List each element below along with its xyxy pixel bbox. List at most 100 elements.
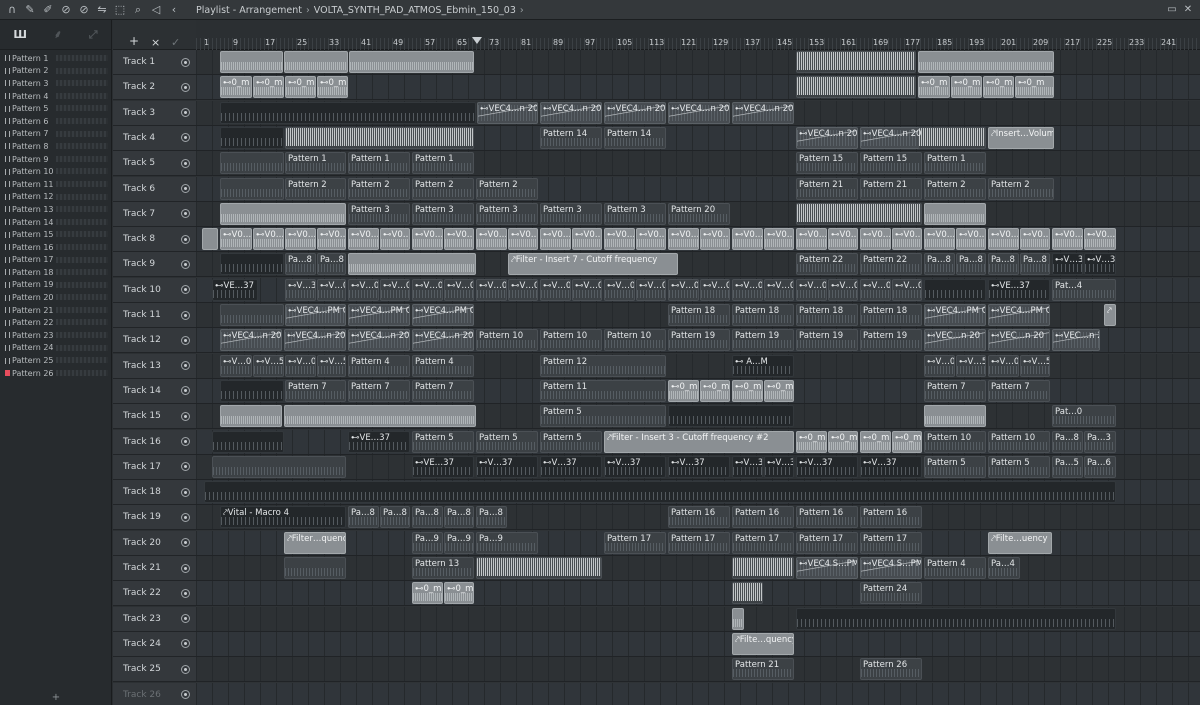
pattern-clip[interactable] (348, 253, 476, 276)
pattern-clip[interactable]: ⊷V…37 (796, 455, 858, 478)
pattern-clip[interactable]: ⊷V…05 (412, 278, 443, 301)
pattern-clip[interactable] (924, 278, 986, 301)
pattern-clip[interactable]: ⊷V…05 (796, 278, 827, 301)
track-lane[interactable]: ⊷V…05 ⊷V…5 ⊷V…05 ⊷V…5 Pattern 4 Pattern 4 Patt… (196, 353, 1200, 379)
pattern-clip[interactable] (220, 405, 282, 428)
pattern-clip[interactable] (220, 152, 284, 175)
track-enable-toggle[interactable] (181, 664, 190, 674)
pattern-list-item[interactable]: Pattern 20 (0, 291, 112, 304)
pattern-clip[interactable]: Pattern 2 (988, 177, 1054, 200)
pattern-clip[interactable]: Pa…5 (1052, 455, 1083, 478)
speaker-icon[interactable]: ◁ (148, 2, 164, 18)
track-enable-toggle[interactable] (181, 285, 190, 295)
pattern-clip[interactable]: ⊷0_m (828, 430, 858, 453)
pattern-clip[interactable]: ⊷V0…3 (988, 228, 1019, 251)
pattern-clip[interactable] (349, 51, 474, 73)
track-header[interactable]: Track 16 (113, 429, 196, 455)
pattern-clip[interactable]: ⊷VEC…n 20 (1052, 329, 1100, 352)
pattern-clip[interactable]: ⊷VEC4…n 20 (796, 126, 858, 149)
pattern-list-item[interactable]: Pattern 19 (0, 279, 112, 292)
pattern-clip[interactable]: ⊷0_m (253, 76, 284, 99)
pattern-list-item[interactable]: Pattern 11 (0, 178, 112, 191)
pattern-clip[interactable]: ⊷0_m (764, 379, 794, 402)
pattern-clip[interactable]: ⊷V0…3 (828, 228, 858, 251)
pattern-clip[interactable]: ⊷V…05 (860, 278, 891, 301)
pattern-clip[interactable]: Pattern 3 (604, 202, 666, 225)
pattern-clip[interactable]: ⊷V…37 (540, 455, 602, 478)
picker-tab-patterns[interactable]: Ш (13, 28, 27, 41)
pattern-clip[interactable]: Pattern 16 (796, 506, 858, 529)
pattern-clip[interactable]: Pa…8 (348, 506, 379, 529)
pattern-clip[interactable]: ⊷V…05 (317, 278, 346, 301)
pattern-clip[interactable]: Pattern 4 (412, 354, 474, 377)
track-header[interactable]: Track 23 (113, 606, 196, 632)
pattern-clip[interactable]: ⊷V…37 (860, 455, 922, 478)
pattern-clip[interactable]: Pattern 7 (988, 379, 1050, 402)
track-enable-toggle[interactable] (181, 512, 190, 522)
pattern-clip[interactable]: ⊷V…05 (924, 354, 955, 377)
pattern-clip[interactable]: Pa…8 (380, 506, 410, 529)
pattern-clip[interactable]: ⊷VEC4…PM G# (412, 304, 474, 326)
pattern-clip[interactable]: ⊷V0…3 (412, 228, 443, 251)
pattern-clip[interactable]: Pattern 7 (924, 379, 986, 402)
track-enable-toggle[interactable] (181, 563, 190, 573)
pattern-clip[interactable]: ⊷0_m (1015, 76, 1054, 99)
pattern-clip[interactable]: ⊷0_m (860, 430, 891, 453)
pattern-clip[interactable]: Pattern 7 (348, 379, 410, 402)
close-icon[interactable]: ✕ (1180, 2, 1196, 17)
pattern-clip[interactable]: Pattern 16 (668, 506, 730, 529)
pattern-clip[interactable]: ⊷V…37 (732, 455, 763, 478)
pattern-clip[interactable]: ⊷V0…3 (508, 228, 538, 251)
pattern-clip[interactable]: Pattern 21 (732, 658, 794, 681)
pattern-clip[interactable]: ⊷V0…3 (253, 228, 284, 251)
pattern-clip[interactable]: ⊷VEC4…PM G# (348, 304, 410, 326)
track-enable-toggle[interactable] (181, 361, 190, 371)
track-lane[interactable]: ⊷0_m ⊷0_m ⊷0_m ⊷0_m ⊷0_m ⊷0_m ⊷0_m ⊷0_m (196, 75, 1200, 101)
pattern-clip[interactable] (732, 582, 763, 605)
pattern-clip[interactable]: Pattern 17 (668, 531, 730, 554)
pattern-clip[interactable]: ⊷0_m (444, 582, 474, 605)
pattern-clip[interactable] (924, 202, 986, 225)
track-header[interactable]: Track 6 (113, 176, 196, 202)
pattern-clip[interactable]: ⊷V…5 (956, 354, 986, 377)
track-lane[interactable]: Pattern 13 ⊷VEC4 S…PM G# ⊷VEC4 S…PM G# Patt… (196, 556, 1200, 581)
picker-tab-audio[interactable]: ⸙ (54, 27, 62, 42)
pattern-clip[interactable] (796, 202, 922, 225)
automation-clip[interactable]: ⤤Filter - Insert 7 - Cutoff frequency (508, 253, 678, 276)
pattern-clip[interactable]: Pa…9 (444, 531, 474, 554)
pattern-clip[interactable]: Pattern 18 (860, 304, 922, 326)
track-header[interactable]: Track 2 (113, 75, 196, 101)
pattern-clip[interactable] (924, 405, 986, 428)
pattern-clip[interactable]: Pattern 5 (412, 430, 474, 453)
pattern-clip[interactable]: Pattern 3 (540, 202, 602, 225)
pattern-clip[interactable]: Pattern 3 (476, 202, 538, 225)
pattern-clip[interactable]: ⊷V0…3 (956, 228, 986, 251)
track-header[interactable]: Track 11 (113, 303, 196, 328)
track-enable-toggle[interactable] (181, 259, 190, 269)
pattern-clip[interactable]: Pattern 17 (732, 531, 794, 554)
pattern-clip[interactable]: ⊷V…05 (636, 278, 666, 301)
track-lane[interactable]: Pattern 7 Pattern 7 Pattern 7 Pattern 11 ⊷0_… (196, 378, 1200, 404)
pattern-clip[interactable] (212, 455, 346, 478)
pattern-clip[interactable]: Pattern 16 (732, 506, 794, 529)
pattern-clip[interactable]: ⊷V…05 (476, 278, 507, 301)
pattern-clip[interactable]: Pat…4 (1052, 278, 1116, 301)
pattern-clip[interactable]: ⊷V…05 (732, 278, 763, 301)
pattern-clip[interactable]: ⊷0_m (796, 430, 827, 453)
pattern-clip[interactable]: Pattern 1 (412, 152, 474, 175)
pattern-clip[interactable]: ⊷0_m (951, 76, 982, 99)
pattern-clip[interactable]: ⊷VEC4…n 20 (348, 329, 410, 352)
track-header[interactable]: Track 7 (113, 201, 196, 227)
track-lane[interactable]: ⤤Vital - Macro 4 Pa…8 Pa…8 Pa…8 Pa…8 Pa…8 Patt… (196, 505, 1200, 531)
track-header[interactable]: Track 9 (113, 252, 196, 278)
track-lane[interactable] (196, 50, 1200, 75)
pattern-clip[interactable]: ⊷V…05 (764, 278, 794, 301)
pattern-clip[interactable]: Pattern 10 (924, 430, 986, 453)
pattern-list-item[interactable]: Pattern 12 (0, 191, 112, 204)
minimize-icon[interactable]: ▭ (1164, 2, 1180, 17)
pattern-clip[interactable]: ⊷V…5 (1020, 354, 1050, 377)
pattern-list-item[interactable]: Pattern 16 (0, 241, 112, 254)
track-lane[interactable]: ⊷VEC4…PM G# ⊷VEC4…PM G# ⊷VEC4…PM G# Pattern… (196, 303, 1200, 328)
timeline-ruler[interactable]: 1 9 17 25 33 41 49 57 65 73 81 89 97 105 113 121 129 137 1… (196, 20, 1200, 50)
track-header[interactable]: Track 13 (113, 353, 196, 379)
